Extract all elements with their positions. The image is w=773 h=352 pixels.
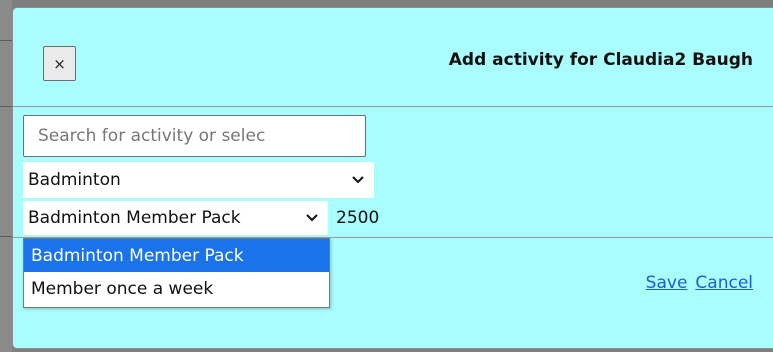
pack-price: 2500 xyxy=(336,208,380,228)
close-icon: × xyxy=(53,54,66,73)
close-button[interactable]: × xyxy=(43,46,76,81)
dialog-title: Add activity for Claudia2 Baugh xyxy=(448,50,753,70)
activity-select-value: Badminton xyxy=(28,170,121,190)
chevron-down-icon xyxy=(306,214,318,222)
background-panel-strip xyxy=(0,0,12,352)
dialog-body: Badminton Badminton Member Pack 2500 xyxy=(13,107,773,238)
pack-select[interactable]: Badminton Member Pack xyxy=(23,201,328,235)
pack-select-value: Badminton Member Pack xyxy=(28,208,241,228)
activity-search-input[interactable] xyxy=(23,115,366,157)
pack-option-member-once-a-week[interactable]: Member once a week xyxy=(24,272,329,305)
add-activity-dialog: × Add activity for Claudia2 Baugh Badmin… xyxy=(12,7,773,349)
dialog-actions: Save Cancel xyxy=(646,273,753,293)
activity-select[interactable]: Badminton xyxy=(23,162,374,198)
pack-dropdown-list: Badminton Member Pack Member once a week xyxy=(23,238,330,308)
chevron-down-icon xyxy=(352,176,364,184)
dialog-header: × Add activity for Claudia2 Baugh xyxy=(13,8,773,107)
save-link[interactable]: Save xyxy=(646,273,688,293)
divider xyxy=(0,236,12,237)
divider xyxy=(0,106,12,107)
divider xyxy=(0,40,12,41)
pack-option-badminton-member-pack[interactable]: Badminton Member Pack xyxy=(24,239,329,272)
cancel-link[interactable]: Cancel xyxy=(695,273,753,293)
